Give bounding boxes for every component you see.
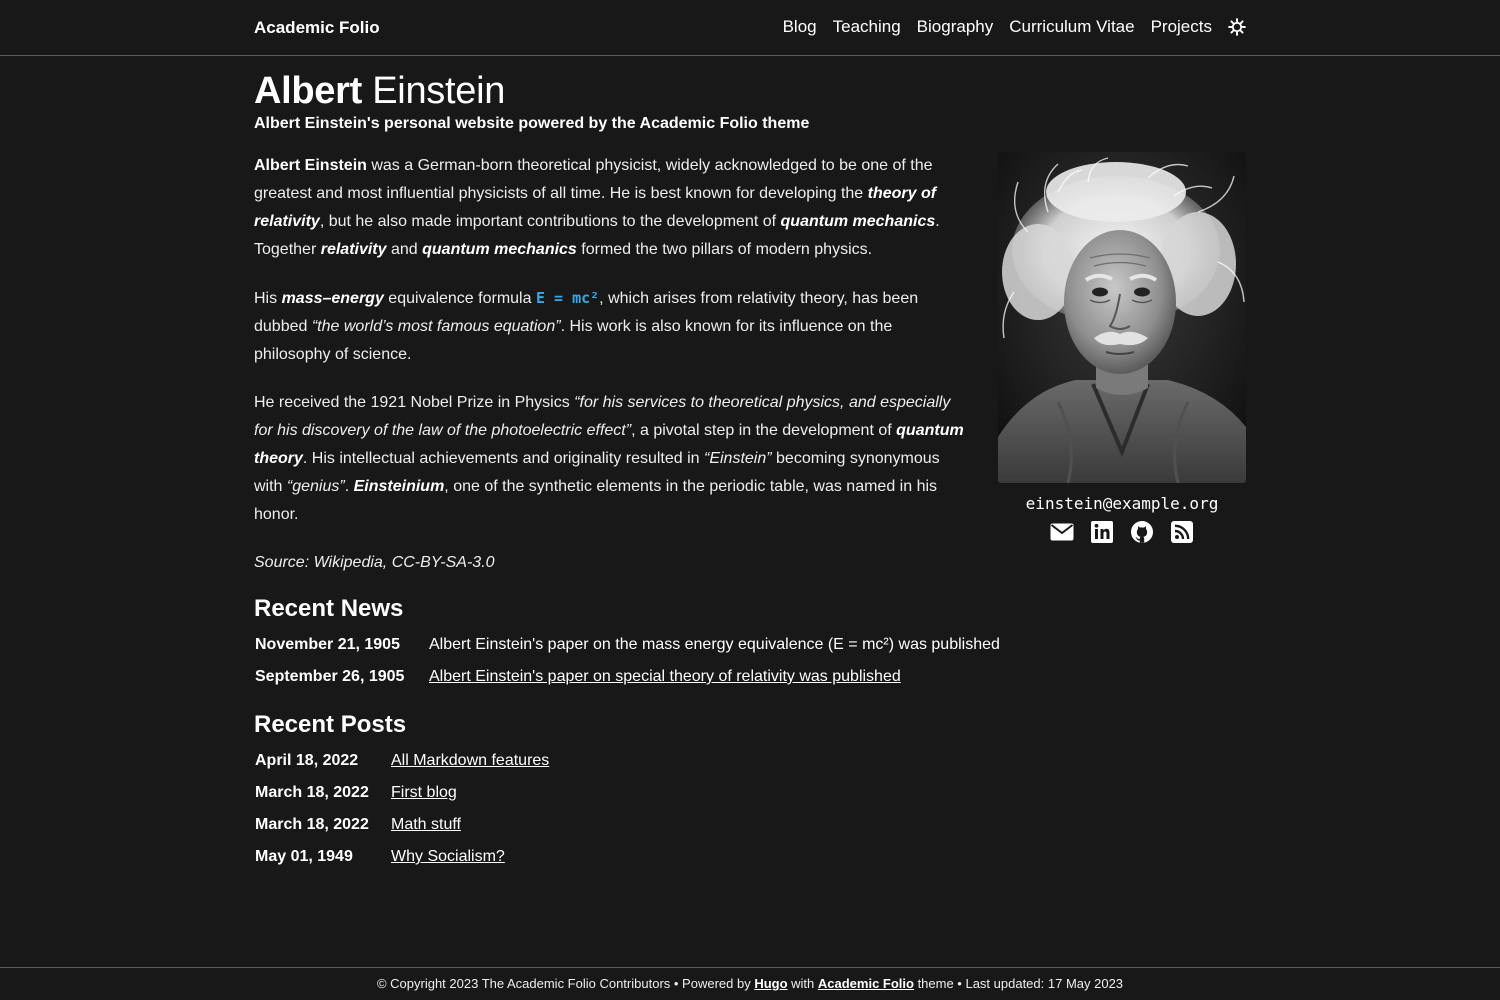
bio-source: Source: Wikipedia, CC-BY-SA-3.0 [254, 549, 970, 577]
theme-link[interactable]: Academic Folio [818, 976, 914, 991]
bio-text: . His intellectual achievements and orig… [302, 450, 704, 467]
news-text: Albert Einstein's paper on the mass ener… [429, 636, 1000, 653]
title-first-name: Albert [254, 70, 362, 112]
footer-text: theme • Last updated: 17 May 2023 [913, 976, 1124, 991]
envelope-icon[interactable] [1050, 520, 1074, 544]
news-list: November 21, 1905 Albert Einstein's pape… [254, 629, 1000, 693]
news-item: September 26, 1905 Albert Einstein's pap… [254, 661, 1000, 693]
social-links [998, 520, 1246, 544]
post-date: April 18, 2022 [255, 752, 359, 769]
nav-link-blog[interactable]: Blog [783, 17, 817, 37]
news-date: September 26, 1905 [255, 668, 405, 685]
post-date: May 01, 1949 [255, 848, 353, 865]
bio-name: Albert Einstein [254, 157, 367, 174]
footer-text: © Copyright 2023 The Academic Folio Cont… [376, 976, 755, 991]
bio-text: equivalence formula [383, 290, 536, 307]
bio-paragraph: He received the 1921 Nobel Prize in Phys… [254, 389, 970, 529]
formula-code: E = mc² [535, 289, 600, 307]
bio-emphasis: mass–energy [281, 290, 384, 307]
post-link[interactable]: All Markdown features [391, 752, 549, 769]
post-item: March 18, 2022 First blog [254, 777, 549, 809]
bio-text: . [344, 478, 354, 495]
post-link[interactable]: Math stuff [391, 816, 461, 833]
bio-paragraph: His mass–energy equivalence formula E = … [254, 284, 970, 369]
bio-quote: “Einstein” [704, 450, 772, 467]
post-date: March 18, 2022 [255, 784, 369, 801]
news-date: November 21, 1905 [255, 636, 400, 653]
posts-list: April 18, 2022 All Markdown features Mar… [254, 745, 549, 873]
nav-links: Blog Teaching Biography Curriculum Vitae… [783, 17, 1246, 37]
hugo-link[interactable]: Hugo [754, 976, 787, 991]
rss-icon[interactable] [1170, 520, 1194, 544]
bio-emphasis: relativity [320, 241, 387, 258]
nav-link-cv[interactable]: Curriculum Vitae [1009, 17, 1134, 37]
nav-link-projects[interactable]: Projects [1151, 17, 1212, 37]
profile-portrait [998, 152, 1246, 483]
page-title: Albert Einstein [254, 70, 505, 113]
sun-icon[interactable] [1228, 18, 1246, 36]
bio-emphasis: quantum mechanics [422, 241, 577, 258]
news-heading: Recent News [254, 595, 404, 622]
post-item: May 01, 1949 Why Socialism? [254, 841, 549, 873]
linkedin-icon[interactable] [1090, 520, 1114, 544]
bio-emphasis: quantum mechanics [780, 213, 936, 230]
nav-link-biography[interactable]: Biography [917, 17, 994, 37]
post-link[interactable]: Why Socialism? [391, 848, 505, 865]
page-subtitle: Albert Einstein's personal website power… [254, 115, 810, 132]
title-last-name: Einstein [362, 70, 506, 112]
bio-paragraph: Albert Einstein was a German-born theore… [254, 152, 970, 264]
post-item: March 18, 2022 Math stuff [254, 809, 549, 841]
bio-quote: “the world’s most famous equation” [311, 318, 561, 335]
footer-text: with [787, 976, 818, 991]
navbar: Academic Folio Blog Teaching Biography C… [0, 0, 1500, 56]
bio-text: , a pivotal step in the development of [631, 422, 897, 439]
bio-emphasis: Einsteinium [353, 478, 445, 495]
bio-text: His [254, 290, 282, 307]
bio-section: Albert Einstein was a German-born theore… [254, 152, 970, 597]
bio-text: He received the 1921 Nobel Prize in Phys… [254, 394, 575, 411]
bio-text: , but he also made important contributio… [319, 213, 781, 230]
site-brand-link[interactable]: Academic Folio [254, 18, 380, 38]
source-text: Source: Wikipedia, CC-BY-SA-3.0 [254, 554, 495, 571]
github-icon[interactable] [1130, 520, 1154, 544]
profile-email: einstein@example.org [1025, 494, 1219, 513]
footer: © Copyright 2023 The Academic Folio Cont… [0, 967, 1500, 1000]
news-item: November 21, 1905 Albert Einstein's pape… [254, 629, 1000, 661]
posts-heading: Recent Posts [254, 711, 407, 738]
post-date: March 18, 2022 [255, 816, 369, 833]
news-link[interactable]: Albert Einstein's paper on special theor… [429, 668, 901, 685]
bio-quote: “genius” [286, 478, 345, 495]
bio-text: and [386, 241, 423, 258]
bio-text: formed the two pillars of modern physics… [576, 241, 873, 258]
post-link[interactable]: First blog [391, 784, 457, 801]
nav-link-teaching[interactable]: Teaching [833, 17, 901, 37]
post-item: April 18, 2022 All Markdown features [254, 745, 549, 777]
